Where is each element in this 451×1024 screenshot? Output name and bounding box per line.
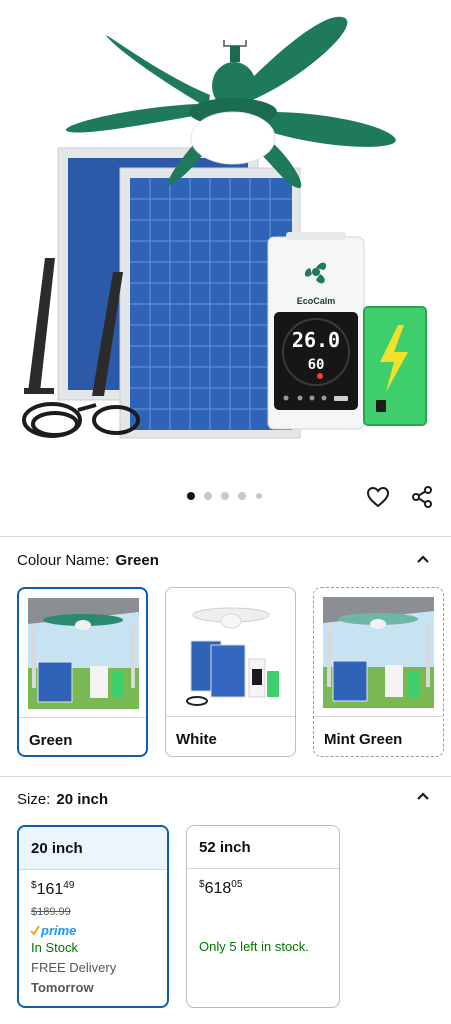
colour-thumbnail-white bbox=[175, 597, 286, 708]
colour-option-label: Green bbox=[29, 732, 73, 749]
colour-option-green[interactable]: Green bbox=[17, 587, 148, 757]
colour-selected-value: Green bbox=[115, 552, 159, 569]
colour-thumbnail-mint-green bbox=[323, 597, 434, 708]
price-currency: $ bbox=[199, 879, 205, 890]
colour-option-label: White bbox=[176, 731, 217, 748]
colour-thumbnail-green bbox=[28, 598, 139, 709]
price-whole: 161 bbox=[36, 881, 64, 898]
carousel-dot-4[interactable] bbox=[238, 492, 246, 500]
colour-option-white[interactable]: White bbox=[165, 587, 296, 757]
size-option-title: 20 inch bbox=[19, 827, 167, 870]
carousel-dot-1[interactable] bbox=[187, 492, 195, 500]
controller-temp-readout: 26.0 bbox=[292, 328, 340, 352]
heart-icon bbox=[366, 486, 390, 508]
size-option-52-inch[interactable]: 52 inch $61805 Only 5 left in stock. bbox=[186, 825, 340, 1008]
carousel-dot-3[interactable] bbox=[221, 492, 229, 500]
colour-label: Colour Name: bbox=[17, 552, 110, 569]
price: $16149 bbox=[31, 880, 75, 899]
share-button[interactable] bbox=[408, 483, 436, 511]
controller-sub-readout: 60 bbox=[308, 357, 325, 373]
price-fraction: 05 bbox=[231, 879, 243, 890]
prime-badge: prime bbox=[30, 923, 80, 939]
controller-brand-label: EcoCalm bbox=[297, 296, 336, 306]
colour-option-label: Mint Green bbox=[324, 731, 403, 748]
battery-illustration bbox=[363, 306, 427, 426]
prime-label: prime bbox=[40, 923, 76, 938]
size-selected-value: 20 inch bbox=[56, 791, 109, 808]
colour-option-mint-green[interactable]: Mint Green bbox=[313, 587, 444, 757]
size-option-title: 52 inch bbox=[187, 826, 339, 869]
price-whole: 618 bbox=[204, 880, 232, 897]
chevron-up-icon[interactable] bbox=[415, 788, 431, 804]
stock-status: Only 5 left in stock. bbox=[199, 939, 309, 954]
price: $61805 bbox=[199, 879, 243, 898]
stock-status: In Stock bbox=[31, 940, 78, 955]
section-divider bbox=[0, 536, 451, 537]
price-currency: $ bbox=[31, 880, 37, 891]
delivery-text: FREE Delivery bbox=[31, 960, 117, 975]
carousel-dot-5[interactable] bbox=[256, 493, 262, 499]
carousel-dot-2[interactable] bbox=[204, 492, 212, 500]
size-option-20-inch[interactable]: 20 inch $16149 $189.99 prime In Stock FR… bbox=[17, 825, 169, 1008]
price-fraction: 49 bbox=[63, 880, 75, 891]
chevron-up-icon[interactable] bbox=[415, 551, 431, 567]
wishlist-button[interactable] bbox=[364, 483, 392, 511]
share-icon bbox=[412, 486, 432, 508]
size-section-header[interactable]: Size: 20 inch bbox=[17, 791, 108, 808]
controller-illustration: EcoCalm 26.0 60 bbox=[267, 232, 365, 430]
delivery-day: Tomorrow bbox=[31, 980, 94, 995]
size-label: Size: bbox=[17, 791, 51, 808]
list-price: $189.99 bbox=[31, 906, 71, 918]
section-divider bbox=[0, 776, 451, 777]
prime-check-icon: prime bbox=[30, 923, 76, 938]
product-image[interactable]: EcoCalm 26.0 60 bbox=[0, 0, 451, 476]
colour-section-header[interactable]: Colour Name: Green bbox=[17, 552, 159, 569]
